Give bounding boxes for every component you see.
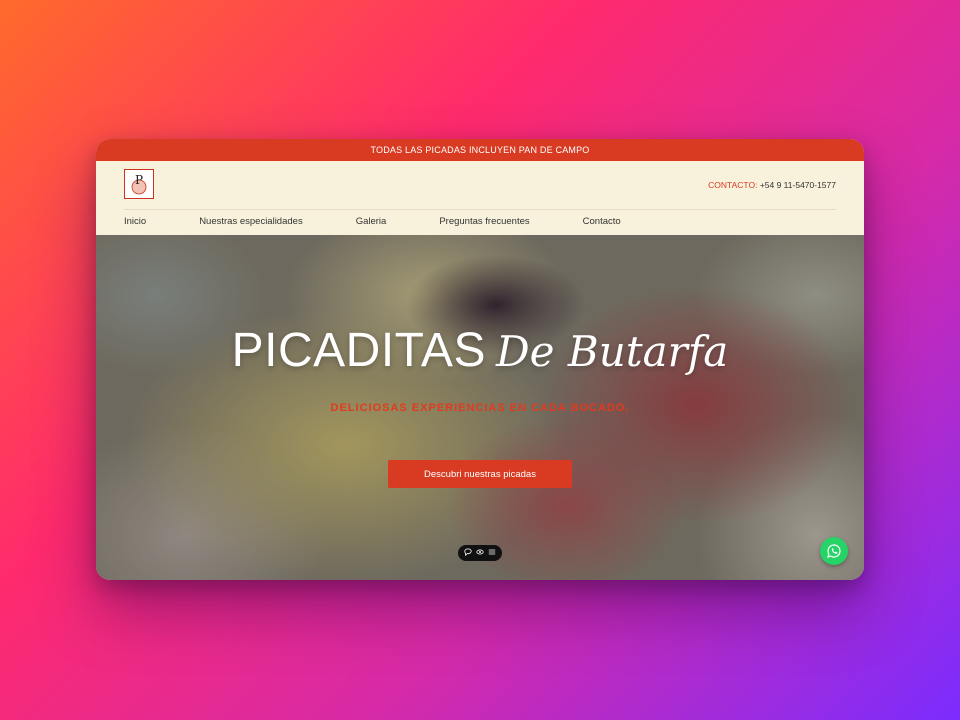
discover-picadas-button[interactable]: Descubri nuestras picadas [388, 460, 572, 488]
nav-item-especialidades[interactable]: Nuestras especialidades [199, 216, 303, 227]
contact-phone[interactable]: +54 9 11-5470-1577 [760, 180, 836, 190]
svg-text:P: P [135, 173, 143, 187]
announcement-bar: TODAS LAS PICADAS INCLUYEN PAN DE CAMPO [96, 139, 864, 161]
whatsapp-button[interactable] [820, 537, 848, 565]
eye-icon[interactable] [476, 548, 484, 558]
nav-item-contacto[interactable]: Contacto [583, 216, 621, 227]
menu-icon[interactable] [488, 548, 496, 558]
nav-item-preguntas[interactable]: Preguntas frecuentes [439, 216, 529, 227]
logo-emblem-icon: P [131, 173, 147, 195]
nav-item-galeria[interactable]: Galeria [356, 216, 387, 227]
announcement-text: TODAS LAS PICADAS INCLUYEN PAN DE CAMPO [370, 145, 590, 155]
contact-label: CONTACTO: [708, 180, 758, 190]
site-header: P CONTACTO: +54 9 11-5470-1577 Inicio Nu… [96, 161, 864, 235]
whatsapp-icon [827, 544, 841, 558]
chat-bubble-icon[interactable] [464, 548, 472, 558]
carousel-controls [458, 545, 502, 561]
nav-item-inicio[interactable]: Inicio [124, 216, 146, 227]
browser-window: TODAS LAS PICADAS INCLUYEN PAN DE CAMPO … [96, 139, 864, 580]
hero-subtitle: DELICIOSAS EXPERIENCIAS EN CADA BOCADO. [330, 402, 630, 414]
hero-title-script: De Butarfa [495, 327, 729, 376]
contact-info: CONTACTO: +54 9 11-5470-1577 [708, 180, 836, 190]
hero-title-main: PICADITAS [231, 324, 486, 377]
site-logo[interactable]: P [124, 169, 154, 199]
hero-title: PICADITAS De Butarfa [96, 323, 864, 378]
main-nav: Inicio Nuestras especialidades Galeria P… [124, 216, 674, 227]
header-divider [124, 209, 836, 210]
hero-section: PICADITAS De Butarfa DELICIOSAS EXPERIENC… [96, 235, 864, 580]
